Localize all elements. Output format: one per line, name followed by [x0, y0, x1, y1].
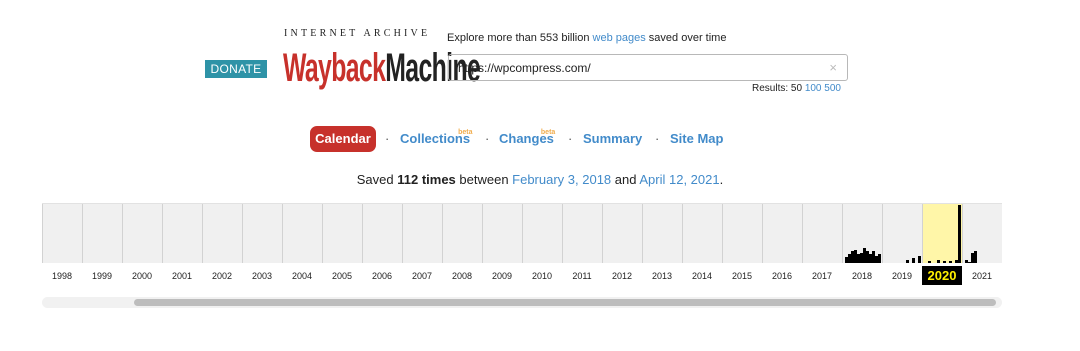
url-search-input[interactable]: https://wpcompress.com/ ×: [448, 54, 848, 81]
capture-summary: Saved 112 times between February 3, 2018…: [0, 172, 1080, 187]
year-label-2005[interactable]: 2005: [322, 271, 362, 281]
capture-bar[interactable]: [949, 261, 952, 263]
year-label-2004[interactable]: 2004: [282, 271, 322, 281]
tab-collections[interactable]: Collectionsbeta: [400, 128, 484, 146]
year-cell-2005[interactable]: [322, 204, 362, 263]
timeline-scrollbar[interactable]: [42, 297, 1002, 308]
summary-between: between: [455, 172, 513, 187]
capture-bar[interactable]: [928, 261, 931, 263]
capture-bar[interactable]: [912, 258, 915, 263]
capture-timeline[interactable]: [42, 203, 1002, 263]
nav-separator: ·: [385, 131, 390, 146]
beta-badge: beta: [458, 128, 473, 136]
summary-suffix: .: [719, 172, 724, 187]
year-cell-2009[interactable]: [482, 204, 522, 263]
tab-summary[interactable]: Summary: [583, 131, 642, 146]
summary-prefix: Saved: [356, 172, 398, 187]
year-label-1998[interactable]: 1998: [42, 271, 82, 281]
donate-button[interactable]: DONATE: [205, 60, 267, 78]
capture-bar[interactable]: [958, 205, 961, 263]
logo-internet-archive-text: INTERNET ARCHIVE: [284, 28, 431, 39]
year-label-2008[interactable]: 2008: [442, 271, 482, 281]
tab-changes[interactable]: Changesbeta: [499, 128, 568, 146]
year-label-1999[interactable]: 1999: [82, 271, 122, 281]
logo-wayback-text: Wayback: [283, 46, 386, 90]
explore-text: Explore more than 553 billion web pages …: [447, 32, 726, 44]
year-cell-2004[interactable]: [282, 204, 322, 263]
tab-site-map[interactable]: Site Map: [670, 131, 723, 146]
explore-suffix: saved over time: [645, 32, 727, 44]
year-label-2021[interactable]: 2021: [962, 271, 1002, 281]
clear-icon[interactable]: ×: [829, 60, 837, 75]
nav-separator: ·: [568, 131, 573, 146]
year-label-2014[interactable]: 2014: [682, 271, 722, 281]
year-label-2012[interactable]: 2012: [602, 271, 642, 281]
year-cell-1998[interactable]: [42, 204, 82, 263]
year-cell-2012[interactable]: [602, 204, 642, 263]
capture-count: 112 times: [397, 172, 456, 187]
year-labels: 1998 1999 2000 2001 2002 2003 2004 2005 2006 2007…: [42, 266, 1002, 285]
year-label-2015[interactable]: 2015: [722, 271, 762, 281]
results-100-link[interactable]: 100: [805, 83, 822, 94]
year-cell-2007[interactable]: [402, 204, 442, 263]
nav-separator: ·: [655, 131, 660, 146]
capture-bar[interactable]: [906, 260, 909, 263]
last-capture-link[interactable]: April 12, 2021: [639, 172, 719, 187]
year-label-2010[interactable]: 2010: [522, 271, 562, 281]
year-label-2002[interactable]: 2002: [202, 271, 242, 281]
results-label: Results: 50: [752, 83, 805, 94]
year-cell-2013[interactable]: [642, 204, 682, 263]
capture-bar[interactable]: [918, 256, 921, 263]
beta-badge: beta: [540, 128, 556, 136]
year-cell-2006[interactable]: [362, 204, 402, 263]
year-label-2001[interactable]: 2001: [162, 271, 202, 281]
year-cell-2019[interactable]: [882, 204, 922, 263]
year-label-2009[interactable]: 2009: [482, 271, 522, 281]
year-cell-2002[interactable]: [202, 204, 242, 263]
capture-bar[interactable]: [937, 260, 940, 263]
year-cell-2021[interactable]: [962, 204, 1002, 263]
year-label-2020[interactable]: 2020: [922, 266, 962, 285]
year-cell-2000[interactable]: [122, 204, 162, 263]
nav-separator: ·: [485, 131, 490, 146]
scrollbar-thumb[interactable]: [134, 299, 996, 306]
explore-prefix: Explore more than 553 billion: [447, 32, 593, 44]
first-capture-link[interactable]: February 3, 2018: [512, 172, 611, 187]
year-label-2017[interactable]: 2017: [802, 271, 842, 281]
year-cell-2011[interactable]: [562, 204, 602, 263]
year-cell-1999[interactable]: [82, 204, 122, 263]
year-cell-2020[interactable]: [922, 204, 962, 263]
url-input-value[interactable]: https://wpcompress.com/: [458, 61, 591, 75]
capture-bar[interactable]: [943, 261, 946, 263]
capture-bar[interactable]: [974, 251, 977, 263]
year-label-2013[interactable]: 2013: [642, 271, 682, 281]
year-cell-2015[interactable]: [722, 204, 762, 263]
year-cell-2014[interactable]: [682, 204, 722, 263]
year-cell-2008[interactable]: [442, 204, 482, 263]
year-cell-2003[interactable]: [242, 204, 282, 263]
results-count-selector: Results: 50 100 500: [752, 83, 841, 94]
capture-bar[interactable]: [878, 254, 881, 263]
year-cell-2016[interactable]: [762, 204, 802, 263]
tab-calendar[interactable]: Calendar: [310, 126, 376, 152]
web-pages-link[interactable]: web pages: [593, 32, 646, 44]
year-label-2006[interactable]: 2006: [362, 271, 402, 281]
year-label-2003[interactable]: 2003: [242, 271, 282, 281]
summary-and: and: [611, 172, 640, 187]
year-cell-2017[interactable]: [802, 204, 842, 263]
year-label-2016[interactable]: 2016: [762, 271, 802, 281]
year-label-2007[interactable]: 2007: [402, 271, 442, 281]
results-500-link[interactable]: 500: [824, 83, 841, 94]
year-label-2018[interactable]: 2018: [842, 271, 882, 281]
year-cell-2001[interactable]: [162, 204, 202, 263]
year-label-2000[interactable]: 2000: [122, 271, 162, 281]
year-label-2019[interactable]: 2019: [882, 271, 922, 281]
year-cell-2010[interactable]: [522, 204, 562, 263]
year-label-2011[interactable]: 2011: [562, 271, 602, 281]
